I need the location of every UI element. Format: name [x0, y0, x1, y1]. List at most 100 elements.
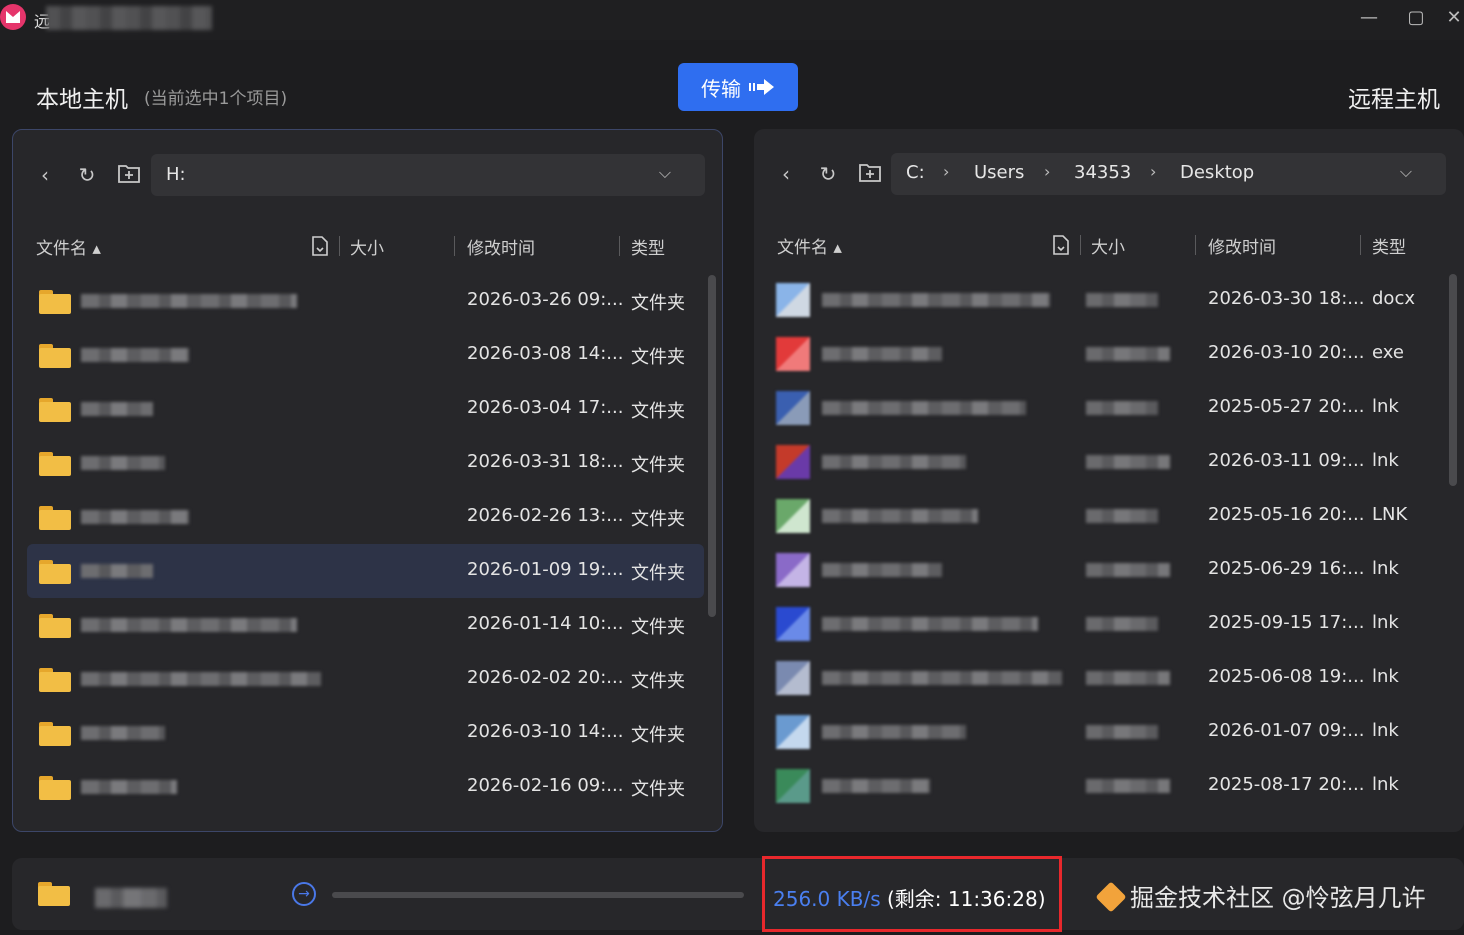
local-table-row[interactable]: 2026-01-14 10:... 文件夹: [27, 598, 704, 652]
file-size-icon[interactable]: [1052, 235, 1070, 255]
remote-table-row[interactable]: 2025-05-16 20:... LNK: [768, 489, 1446, 543]
local-table-row[interactable]: 2026-03-08 14:... 文件夹: [27, 328, 704, 382]
modified-cell: 2025-06-08 19:...: [1208, 666, 1365, 687]
breadcrumb-drive[interactable]: C:: [906, 162, 925, 183]
transfer-button[interactable]: 传输: [678, 63, 798, 111]
speed-highlight-box: 256.0 KB/s (剩余: 11:36:28): [762, 856, 1062, 932]
remote-table-row[interactable]: 2025-06-29 16:... lnk: [768, 543, 1446, 597]
local-table-row[interactable]: 2026-02-02 20:... 文件夹: [27, 652, 704, 706]
file-name-redacted: [822, 293, 1050, 307]
refresh-icon[interactable]: ↻: [74, 162, 100, 188]
modified-cell: 2025-06-29 16:...: [1208, 558, 1365, 579]
modified-cell: 2026-03-08 14:...: [467, 343, 624, 364]
local-table-row[interactable]: 2026-02-26 13:... 文件夹: [27, 490, 704, 544]
file-name-redacted: [81, 726, 165, 740]
col-modified-header[interactable]: 修改时间: [1208, 233, 1276, 258]
col-size-header[interactable]: 大小: [1091, 233, 1125, 258]
remote-table-row[interactable]: 2025-08-17 20:... lnk: [768, 759, 1446, 813]
chevron-right-icon: ›: [1150, 162, 1157, 181]
modified-cell: 2026-01-09 19:...: [467, 559, 624, 580]
file-name-redacted: [81, 510, 189, 524]
col-name-header[interactable]: 文件名 ▴: [36, 234, 101, 259]
file-icon: [776, 715, 810, 749]
remote-table-row[interactable]: 2026-03-11 09:... lnk: [768, 435, 1446, 489]
local-table-row[interactable]: 2026-03-04 17:... 文件夹: [27, 382, 704, 436]
file-name-redacted: [81, 348, 189, 362]
chevron-down-icon: ⌵: [1399, 162, 1412, 181]
remote-table-row[interactable]: 2025-05-27 20:... lnk: [768, 381, 1446, 435]
transfer-progress-bar: [332, 892, 744, 898]
type-cell: 文件夹: [631, 725, 685, 746]
window-title-redacted: [46, 6, 212, 30]
col-size-header[interactable]: 大小: [350, 234, 384, 259]
local-file-panel: ‹ ↻ H: ⌵ 文件名 ▴ 大小 修改时间 类型 2026-03-26 09:…: [12, 129, 723, 832]
juejin-logo-icon: [1095, 881, 1127, 913]
app-logo-icon: [0, 4, 26, 30]
file-size-redacted: [1086, 779, 1170, 793]
modified-cell: 2026-02-26 13:...: [467, 505, 624, 526]
file-icon: [776, 553, 810, 587]
transfer-speed: 256.0 KB/s: [773, 887, 881, 911]
type-cell: lnk: [1372, 720, 1399, 741]
local-path: H:: [166, 164, 186, 185]
local-path-select[interactable]: H: ⌵: [151, 154, 705, 196]
new-folder-icon[interactable]: [116, 162, 142, 188]
folder-icon: [39, 344, 71, 368]
folder-icon: [39, 452, 71, 476]
file-icon: [776, 661, 810, 695]
file-name-redacted: [822, 617, 1038, 631]
file-icon: [776, 445, 810, 479]
breadcrumb-user[interactable]: 34353: [1074, 162, 1131, 183]
remote-path-select[interactable]: C: › Users › 34353 › Desktop ⌵: [891, 153, 1446, 195]
type-cell: 文件夹: [631, 401, 685, 422]
new-folder-icon[interactable]: [857, 161, 883, 187]
remote-table-row[interactable]: 2026-01-07 09:... lnk: [768, 705, 1446, 759]
col-type-header[interactable]: 类型: [631, 234, 665, 259]
local-host-title: 本地主机: [36, 87, 128, 113]
folder-icon: [39, 668, 71, 692]
transfer-arrow-icon: [749, 79, 774, 95]
file-size-icon[interactable]: [311, 236, 329, 256]
close-button[interactable]: ✕: [1444, 6, 1464, 30]
maximize-button[interactable]: ▢: [1401, 6, 1431, 30]
file-name-redacted: [81, 564, 153, 578]
refresh-icon[interactable]: ↻: [815, 161, 841, 187]
local-table-row[interactable]: 2026-01-09 19:... 文件夹: [27, 544, 704, 598]
back-icon[interactable]: ‹: [773, 161, 799, 187]
folder-icon: [38, 882, 70, 906]
modified-cell: 2025-05-16 20:...: [1208, 504, 1365, 525]
file-size-redacted: [1086, 347, 1170, 361]
local-scrollbar[interactable]: [708, 275, 716, 617]
file-size-redacted: [1086, 455, 1170, 469]
local-table-row[interactable]: 2026-03-10 14:... 文件夹: [27, 706, 704, 760]
type-cell: 文件夹: [631, 671, 685, 692]
type-cell: docx: [1372, 288, 1415, 309]
col-modified-header[interactable]: 修改时间: [467, 234, 535, 259]
file-icon: [776, 607, 810, 641]
col-type-header[interactable]: 类型: [1372, 233, 1406, 258]
minimize-button[interactable]: —: [1354, 6, 1384, 30]
local-table-row[interactable]: 2026-03-31 18:... 文件夹: [27, 436, 704, 490]
file-name-redacted: [822, 563, 942, 577]
file-name-redacted: [81, 402, 153, 416]
file-size-redacted: [1086, 293, 1158, 307]
breadcrumb-users[interactable]: Users: [974, 162, 1024, 183]
remote-scrollbar[interactable]: [1449, 274, 1457, 486]
file-icon: [776, 283, 810, 317]
remote-table-row[interactable]: 2026-03-30 18:... docx: [768, 273, 1446, 327]
col-name-header[interactable]: 文件名 ▴: [777, 233, 842, 258]
file-name-redacted: [81, 618, 297, 632]
modified-cell: 2026-03-11 09:...: [1208, 450, 1365, 471]
remote-table-row[interactable]: 2025-06-08 19:... lnk: [768, 651, 1446, 705]
remote-table-row[interactable]: 2025-09-15 17:... lnk: [768, 597, 1446, 651]
local-table-row[interactable]: 2026-02-16 09:... 文件夹: [27, 760, 704, 814]
modified-cell: 2025-08-17 20:...: [1208, 774, 1365, 795]
file-name-redacted: [822, 671, 1062, 685]
local-table-row[interactable]: 2026-03-26 09:... 文件夹: [27, 274, 704, 328]
folder-icon: [39, 506, 71, 530]
folder-icon: [39, 290, 71, 314]
remote-table-row[interactable]: 2026-03-10 20:... exe: [768, 327, 1446, 381]
back-icon[interactable]: ‹: [32, 162, 58, 188]
title-bar: 远 — ▢ ✕: [0, 0, 1464, 40]
breadcrumb-desktop[interactable]: Desktop: [1180, 162, 1254, 183]
